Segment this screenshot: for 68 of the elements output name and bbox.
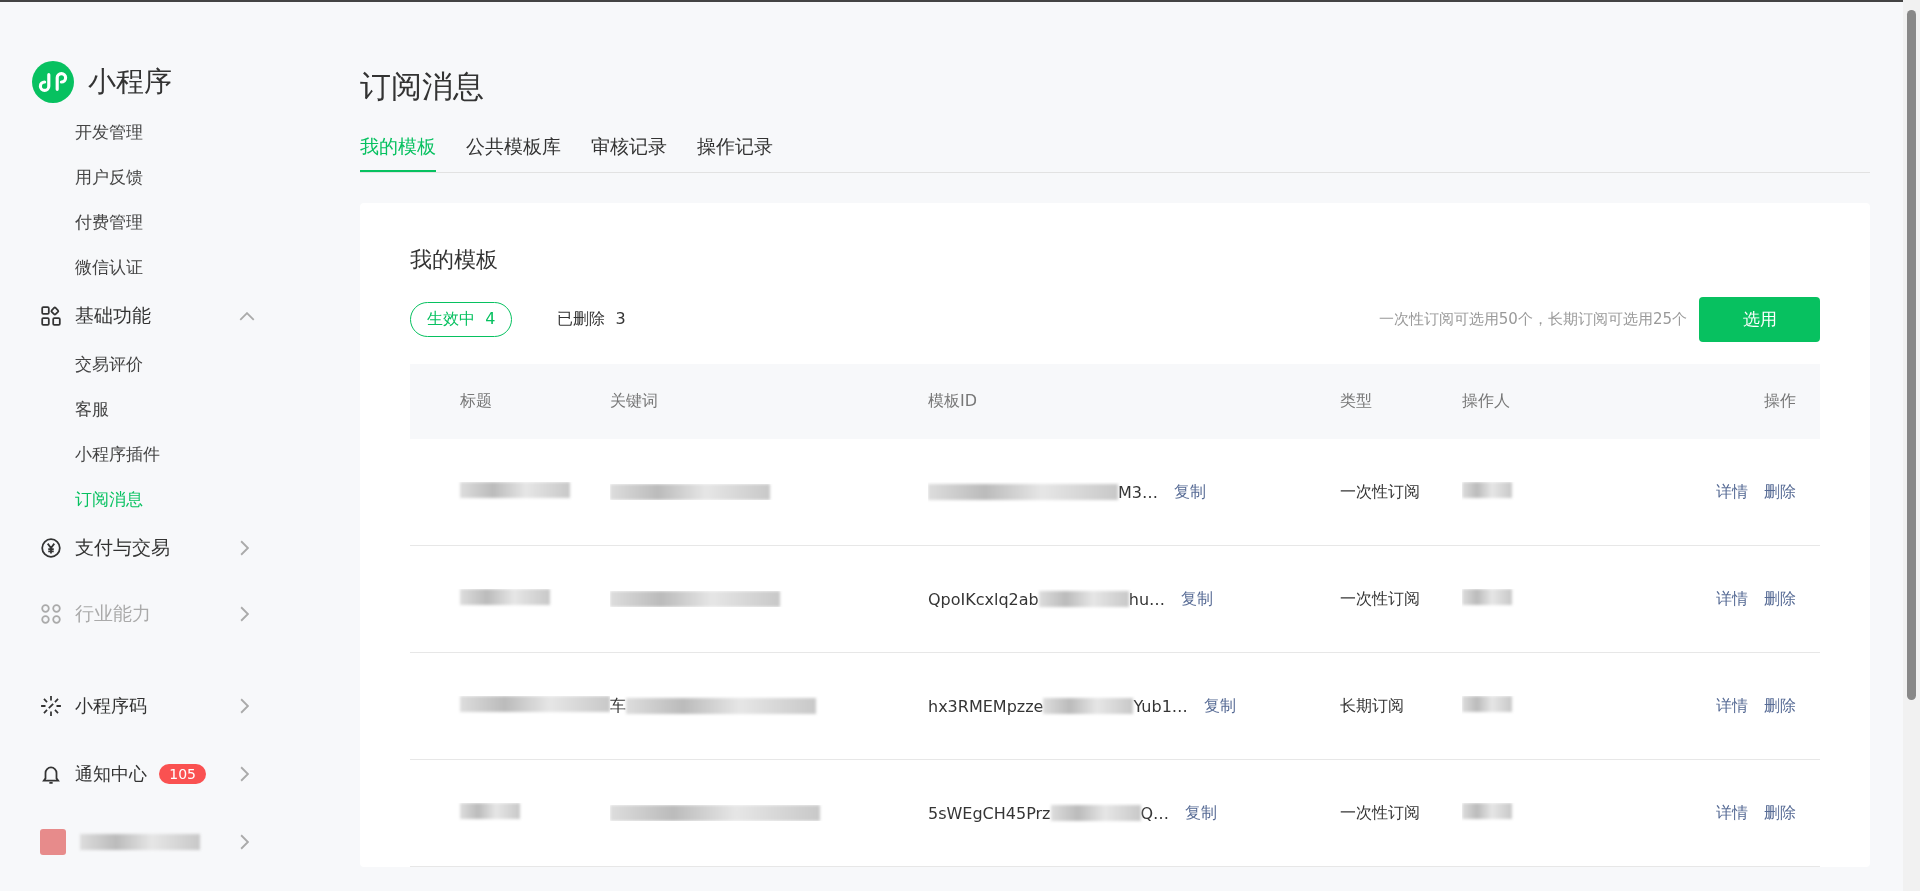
- sidebar-item[interactable]: 客服: [0, 387, 109, 432]
- sidebar-item[interactable]: 小程序插件: [0, 432, 160, 477]
- blurred-text: [1462, 803, 1512, 819]
- column-header: 类型: [1340, 391, 1373, 412]
- table-cell-text: 长期订阅: [1340, 695, 1405, 717]
- table-cell: Yub1…: [1133, 696, 1188, 716]
- copy-link[interactable]: 复制: [1174, 481, 1206, 503]
- copy-link[interactable]: 复制: [1185, 802, 1218, 824]
- hint-text: 一次性订阅可选用50个，长期订阅可选用25个: [1378, 310, 1687, 329]
- section-title: 我的模板: [410, 246, 499, 274]
- tab[interactable]: 公共模板库: [466, 126, 561, 172]
- action-link[interactable]: 删除: [1764, 695, 1796, 717]
- table-cell: hx3RMEMpzze: [928, 696, 1044, 716]
- table-cell: hu…: [1128, 589, 1166, 609]
- logo-icon: [32, 61, 74, 103]
- yen-coin-icon: [40, 537, 62, 559]
- tab[interactable]: 操作记录: [697, 126, 773, 172]
- action-link[interactable]: 详情: [1716, 588, 1748, 610]
- chevron-icon: [239, 311, 255, 321]
- chevron-icon: [240, 540, 249, 556]
- action-link[interactable]: 删除: [1764, 802, 1796, 824]
- column-header: 关键词: [610, 391, 659, 412]
- action-link[interactable]: 删除: [1764, 481, 1796, 503]
- table-cell-text: 一次性订阅: [1340, 588, 1421, 610]
- table-cell-text: 一次性订阅: [1340, 802, 1421, 824]
- blurred-avatar: [40, 829, 66, 855]
- copy-link[interactable]: 复制: [1181, 588, 1214, 610]
- table-cell: Q…: [1140, 803, 1170, 823]
- sidebar-item[interactable]: 微信认证: [0, 245, 143, 290]
- table-cell-text: 一次性订阅: [1340, 481, 1421, 503]
- sidebar-group[interactable]: 基础功能: [0, 290, 255, 342]
- action-link[interactable]: 详情: [1716, 481, 1748, 503]
- table-cell: 车: [610, 695, 626, 717]
- logo-text: 小程序: [88, 64, 172, 100]
- chevron-icon: [240, 698, 249, 714]
- molecule-icon: [40, 603, 62, 625]
- blurred-text: [460, 803, 520, 819]
- sidebar-link[interactable]: 小程序码: [0, 680, 255, 732]
- grid-icon: [40, 305, 62, 327]
- count-badge: 105: [159, 764, 206, 784]
- sidebar-item[interactable]: 交易评价: [0, 342, 143, 387]
- column-header: 操作人: [1462, 391, 1511, 412]
- sidebar-item[interactable]: 开发管理: [0, 110, 143, 155]
- blurred-text: [1462, 696, 1512, 712]
- action-link[interactable]: 详情: [1716, 802, 1748, 824]
- sidebar-link[interactable]: 通知中心 105: [0, 748, 255, 800]
- chevron-icon: [240, 606, 249, 622]
- tab[interactable]: 审核记录: [591, 126, 667, 172]
- scrollbar[interactable]: [1903, 0, 1920, 891]
- table-cell: M3…: [1118, 482, 1158, 502]
- sidebar-item[interactable]: 付费管理: [0, 200, 143, 245]
- column-header: 标题: [459, 391, 493, 412]
- chevron-icon: [240, 766, 249, 782]
- column-header: 操作: [1763, 391, 1797, 412]
- sidebar-item[interactable]: 用户反馈: [0, 155, 143, 200]
- chevron-icon: [240, 834, 249, 850]
- sidebar-group[interactable]: 支付与交易: [0, 522, 255, 574]
- blurred-text: [1462, 482, 1512, 498]
- table-cell: 5sWEgCH45Prz: [928, 803, 1051, 823]
- column-header: 模板ID: [928, 391, 979, 412]
- filter-tab[interactable]: 已删除 3: [540, 302, 643, 337]
- table-cell: QpoIKcxlq2ab: [928, 589, 1039, 609]
- blurred-text: [1462, 589, 1512, 605]
- sparkle-icon: [40, 695, 62, 717]
- action-link[interactable]: 删除: [1764, 588, 1796, 610]
- copy-link[interactable]: 复制: [1203, 695, 1236, 717]
- page-title: 订阅消息: [360, 67, 485, 106]
- action-link[interactable]: 详情: [1716, 695, 1748, 717]
